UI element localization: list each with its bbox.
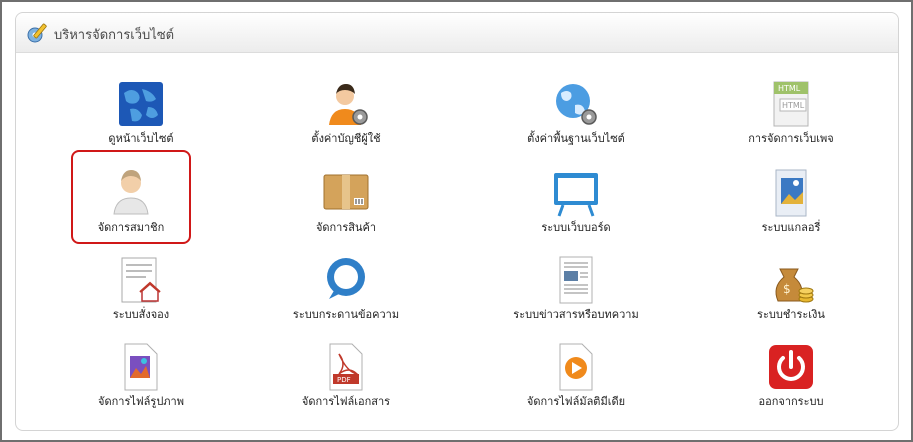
admin-menu-grid: ดูหน้าเว็บไซต์ ตั้งค่าบัญชีผู้ใช้ ตั้งค่…: [16, 53, 898, 429]
tile-multimedia-files[interactable]: จัดการไฟล์มัลติมีเดีย: [496, 342, 656, 422]
user-settings-icon: [329, 84, 368, 125]
tile-label: ระบบชำระเงิน: [757, 308, 825, 321]
panel-title: บริหารจัดการเว็บไซต์: [54, 28, 175, 43]
tile-label: ออกจากระบบ: [758, 395, 824, 408]
tile-news-articles[interactable]: ระบบข่าวสารหรือบทความ: [496, 255, 656, 335]
tile-label: การจัดการเว็บเพจ: [748, 132, 834, 145]
panel-header: บริหารจัดการเว็บไซต์: [16, 13, 898, 53]
tile-label: จัดการสินค้า: [315, 221, 377, 234]
globe-icon: [119, 82, 163, 126]
globe-settings-icon: [556, 84, 597, 125]
tile-message-board[interactable]: ระบบกระดานข้อความ: [266, 255, 426, 335]
booking-icon: [121, 257, 161, 303]
payment-icon: $: [775, 268, 814, 303]
tile-label: จัดการไฟล์เอกสาร: [301, 395, 391, 408]
image-file-icon: [124, 343, 158, 391]
tile-label: ตั้งค่าบัญชีผู้ใช้: [311, 132, 381, 145]
pdf-file-icon: PDF: [329, 343, 363, 391]
product-box-icon: [323, 174, 369, 210]
tile-view-website[interactable]: ดูหน้าเว็บไซต์: [61, 79, 221, 159]
webboard-icon: [554, 173, 598, 217]
tile-account-settings[interactable]: ตั้งค่าบัญชีผู้ใช้: [266, 79, 426, 159]
tile-logout[interactable]: ออกจากระบบ: [711, 342, 871, 422]
svg-text:HTML: HTML: [778, 84, 801, 93]
tile-label: ระบบแกลอรี่: [761, 221, 821, 234]
admin-panel: บริหารจัดการเว็บไซต์ ดูหน้าเว็บไซต์ ตั้ง…: [15, 12, 899, 431]
tile-label: ดูหน้าเว็บไซต์: [108, 132, 174, 145]
tile-webpage-management[interactable]: HTML HTML การจัดการเว็บเพจ: [711, 79, 871, 159]
message-board-icon: [327, 258, 365, 299]
tile-label: ระบบกระดานข้อความ: [292, 308, 400, 321]
tile-label: ระบบข่าวสารหรือบทความ: [513, 308, 639, 321]
tile-label: ระบบสั่งจอง: [112, 308, 170, 321]
power-icon: [769, 345, 813, 389]
tile-basic-settings[interactable]: ตั้งค่าพื้นฐานเว็บไซต์: [496, 79, 656, 159]
tile-image-files[interactable]: จัดการไฟล์รูปภาพ: [61, 342, 221, 422]
svg-text:HTML: HTML: [782, 101, 805, 110]
window-frame: บริหารจัดการเว็บไซต์ ดูหน้าเว็บไซต์ ตั้ง…: [0, 0, 913, 442]
svg-text:$: $: [783, 282, 791, 296]
svg-text:PDF: PDF: [337, 376, 351, 384]
tile-label: ระบบเว็บบอร์ด: [541, 221, 611, 234]
pencil-settings-icon: [27, 23, 47, 43]
tile-booking[interactable]: ระบบสั่งจอง: [61, 255, 221, 335]
tile-gallery[interactable]: ระบบแกลอรี่: [711, 168, 871, 248]
tile-product-management[interactable]: จัดการสินค้า: [266, 168, 426, 248]
tile-label: จัดการไฟล์รูปภาพ: [98, 395, 184, 408]
html-page-icon: HTML HTML: [773, 81, 809, 127]
gallery-icon: [775, 169, 807, 217]
tile-document-files[interactable]: PDF จัดการไฟล์เอกสาร: [266, 342, 426, 422]
tile-label: จัดการสมาชิก: [97, 221, 165, 234]
tile-payment[interactable]: $ ระบบชำระเงิน: [711, 255, 871, 335]
tile-label: ตั้งค่าพื้นฐานเว็บไซต์: [527, 132, 625, 145]
tile-member-management[interactable]: จัดการสมาชิก: [71, 150, 191, 244]
tile-webboard[interactable]: ระบบเว็บบอร์ด: [496, 168, 656, 248]
member-icon: [113, 170, 149, 215]
tile-label: จัดการไฟล์มัลติมีเดีย: [526, 395, 626, 408]
news-article-icon: [559, 256, 593, 304]
media-file-icon: [559, 343, 593, 391]
